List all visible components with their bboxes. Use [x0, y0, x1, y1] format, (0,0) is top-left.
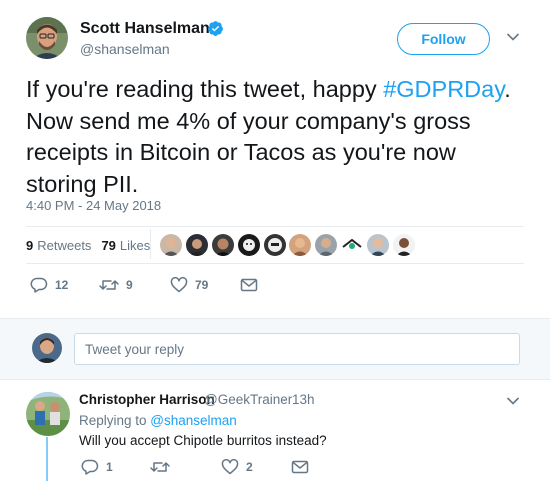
tweet-stats: 9 Retweets 79 Likes [26, 230, 160, 260]
liker-avatar[interactable] [237, 234, 260, 256]
divider [26, 263, 524, 264]
likes-label: Likes [119, 237, 151, 253]
stats-separator [150, 229, 151, 259]
reply-input[interactable]: Tweet your reply [74, 333, 520, 365]
direct-message-icon [240, 278, 258, 292]
replying-to-prefix: Replying to [79, 413, 151, 428]
tweet-text-before: If you're reading this tweet, happy [26, 76, 384, 102]
separator-dot: · [282, 392, 287, 407]
retweets-label: Retweets [37, 237, 92, 253]
reply-direct-message-action[interactable] [291, 459, 309, 475]
reply-reply-action[interactable]: 1 [81, 459, 113, 475]
reply-author-name[interactable]: Christopher Harrison [79, 392, 215, 407]
retweet-icon [150, 462, 170, 472]
replying-to-link[interactable]: @shanselman [150, 413, 237, 428]
likes-stat[interactable]: 79 Likes [101, 238, 150, 253]
liker-avatar[interactable] [289, 234, 312, 256]
retweets-stat[interactable]: 9 Retweets [26, 238, 91, 253]
reply-author-handle[interactable]: @GeekTrainer [204, 392, 292, 407]
reply-count: 12 [55, 278, 69, 292]
reply-retweet-action[interactable] [150, 459, 177, 475]
liker-avatar[interactable] [393, 234, 416, 256]
verified-badge-icon [208, 21, 223, 36]
reply-icon [81, 459, 99, 475]
liker-avatar[interactable] [263, 234, 286, 256]
like-count: 79 [195, 278, 209, 292]
direct-message-icon [291, 460, 309, 474]
current-user-avatar[interactable] [32, 333, 62, 363]
tweet-timestamp[interactable]: 4:40 PM - 24 May 2018 [26, 198, 161, 213]
direct-message-action[interactable] [240, 277, 258, 293]
thread-line [46, 437, 48, 481]
author-handle[interactable]: @shanselman [80, 41, 170, 57]
retweet-action[interactable]: 9 [99, 277, 133, 293]
liker-avatar[interactable] [341, 234, 364, 256]
author-name[interactable]: Scott Hanselman [80, 20, 210, 38]
author-avatar[interactable] [26, 17, 68, 59]
heart-icon [170, 277, 188, 293]
reply-like-count: 2 [246, 460, 253, 474]
follow-button[interactable]: Follow [397, 23, 490, 55]
liker-avatar[interactable] [367, 234, 390, 256]
chevron-down-icon[interactable] [506, 396, 520, 406]
reply-timestamp[interactable]: 13h [292, 392, 315, 407]
reply-reply-count: 1 [106, 460, 113, 474]
replying-to: Replying to @shanselman [79, 413, 237, 428]
chevron-down-icon[interactable] [506, 32, 520, 42]
retweet-icon [99, 280, 119, 290]
retweet-count: 9 [126, 278, 133, 292]
divider [26, 226, 524, 227]
likes-count: 79 [101, 237, 116, 253]
hashtag-link[interactable]: #GDPRDay [383, 76, 504, 102]
likers-avatars [160, 234, 419, 256]
liker-avatar[interactable] [315, 234, 338, 256]
liker-avatar[interactable] [185, 234, 208, 256]
reply-author-avatar[interactable] [26, 392, 70, 436]
reply-text: Will you accept Chipotle burritos instea… [79, 433, 327, 448]
liker-avatar[interactable] [211, 234, 234, 256]
reply-like-action[interactable]: 2 [221, 459, 253, 475]
tweet-text: If you're reading this tweet, happy #GDP… [26, 74, 526, 200]
heart-icon [221, 459, 239, 475]
reply-action[interactable]: 12 [30, 277, 68, 293]
reply-icon [30, 277, 48, 293]
liker-avatar[interactable] [160, 234, 182, 256]
like-action[interactable]: 79 [170, 277, 208, 293]
retweets-count: 9 [26, 237, 34, 253]
